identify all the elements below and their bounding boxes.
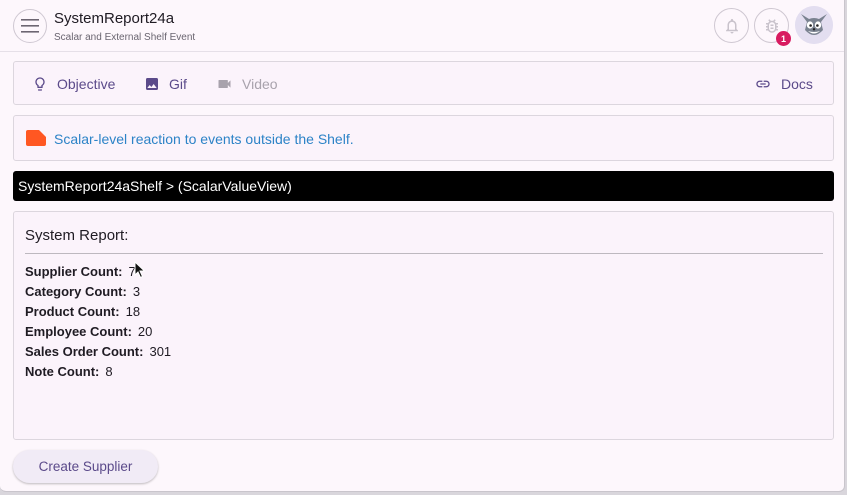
top-app-bar: SystemReport24a Scalar and External Shel… [0,0,844,52]
image-icon [146,78,158,90]
report-row-value: 301 [149,344,172,359]
lightbulb-icon [35,77,45,91]
notification-badge: 1 [776,31,791,46]
report-divider [25,253,823,254]
app-subtitle: Scalar and External Shelf Event [54,32,196,43]
mouse-cursor-icon [134,261,146,279]
report-row-label: Employee Count: [25,324,132,339]
tab-video[interactable]: Video [216,62,278,106]
tab-video-label: Video [242,76,278,92]
report-row-note: Note Count: 8 [25,364,171,384]
videocam-icon [218,80,231,88]
report-row-product: Product Count: 18 [25,304,171,324]
report-rows: Supplier Count: 7 Category Count: 3 Produc… [25,264,171,384]
shelf-path-bar: SystemReport24aShelf > (ScalarValueView) [13,171,834,201]
tab-objective[interactable]: Objective [32,62,115,106]
info-text: Scalar-level reaction to events outside … [54,131,354,147]
report-row-value: 8 [105,364,113,379]
system-report-card: System Report: Supplier Count: 7 Category… [13,211,834,440]
tab-docs[interactable]: Docs [754,62,813,106]
tab-docs-label: Docs [781,76,813,92]
menu-icon [21,19,39,33]
create-supplier-button[interactable]: Create Supplier [13,450,158,483]
report-row-label: Product Count: [25,304,120,319]
bell-icon [725,18,738,33]
report-row-label: Supplier Count: [25,264,123,279]
app-window: SystemReport24a Scalar and External Shel… [0,0,845,492]
report-row-category: Category Count: 3 [25,284,171,304]
tab-bar: Objective Gif Video Docs [13,61,834,105]
report-row-value: 18 [125,304,141,319]
avatar[interactable] [795,6,833,44]
menu-button[interactable] [13,9,47,43]
report-title: System Report: [25,227,129,244]
report-row-employee: Employee Count: 20 [25,324,171,344]
info-banner: Scalar-level reaction to events outside … [13,115,834,161]
cat-avatar-icon [795,6,833,44]
notifications-button[interactable] [714,8,749,43]
report-row-supplier: Supplier Count: 7 [25,264,171,284]
link-icon [756,80,770,88]
report-row-sales-order: Sales Order Count: 301 [25,344,171,364]
app-title: SystemReport24a [54,10,175,27]
report-row-label: Sales Order Count: [25,344,144,359]
tab-objective-label: Objective [57,76,116,92]
tab-gif-label: Gif [169,76,187,92]
report-row-label: Category Count: [25,284,127,299]
tab-gif[interactable]: Gif [144,62,187,106]
report-row-value: 3 [132,284,141,299]
report-row-value: 20 [137,324,153,339]
report-row-label: Note Count: [25,364,100,379]
label-icon [26,130,46,146]
